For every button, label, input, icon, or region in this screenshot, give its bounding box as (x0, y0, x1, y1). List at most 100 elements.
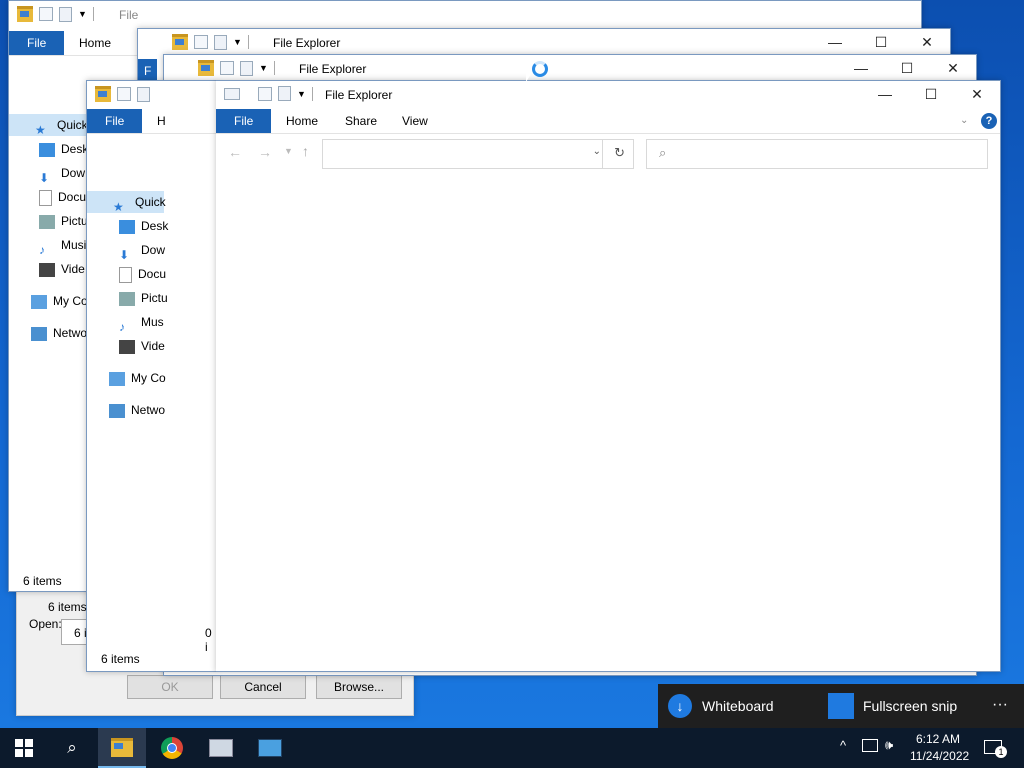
close-button[interactable]: ✕ (930, 55, 976, 82)
maximize-button[interactable]: ☐ (908, 81, 954, 108)
new-folder-icon[interactable] (59, 6, 72, 22)
fullscreen-snip-icon (828, 693, 854, 719)
recent-chevron-icon[interactable]: ▼ (284, 146, 293, 156)
chevron-down-icon[interactable]: ▼ (259, 63, 268, 73)
chevron-down-icon[interactable]: ▼ (78, 9, 87, 19)
music-icon: ♪ (39, 242, 45, 257)
tab-home[interactable]: Home (79, 31, 111, 55)
search-input[interactable]: ⌕ (646, 139, 988, 169)
folder-icon (198, 60, 214, 76)
help-icon[interactable]: ? (981, 113, 997, 129)
title-bar[interactable]: ▼ File Explorer — ☐ ✕ (138, 29, 950, 56)
start-button[interactable] (0, 728, 48, 768)
folder-icon (111, 737, 133, 757)
video-icon (39, 262, 55, 277)
refresh-icon[interactable]: ↻ (614, 145, 625, 161)
download-icon[interactable]: ↓ (668, 694, 692, 718)
explorer-window-front: ▼ File Explorer — ☐ ✕ File Home Share View… (216, 80, 1001, 672)
document-icon (119, 266, 132, 283)
run-taskbar-button[interactable] (246, 728, 294, 768)
network-icon (31, 326, 47, 341)
chrome-taskbar-button[interactable] (148, 728, 196, 768)
nav-downloads[interactable]: ⬇ Dow (119, 239, 165, 262)
music-icon: ♪ (119, 319, 125, 334)
nav-pictures[interactable]: Pictu (39, 210, 88, 232)
tab-file[interactable]: File (9, 31, 65, 55)
cancel-button[interactable]: Cancel (220, 675, 306, 699)
navigation-row: ← → ▼ ↑ ⌄ ↻ ⌕ (216, 137, 1000, 169)
title-bar[interactable] (87, 81, 217, 108)
volume-icon[interactable]: 🕪 (885, 737, 893, 753)
ribbon-expand-icon[interactable]: ⌄ (960, 109, 968, 133)
title-bar[interactable]: ▼ File Explorer — ☐ ✕ (164, 55, 976, 82)
chevron-down-icon[interactable]: ▼ (297, 89, 306, 99)
properties-icon[interactable] (220, 61, 234, 75)
chevron-down-icon[interactable]: ▼ (233, 37, 242, 47)
network-icon[interactable] (862, 739, 878, 752)
minimize-button[interactable]: — (812, 29, 858, 56)
tab-file[interactable]: File (216, 109, 272, 133)
address-bar[interactable]: ⌄ ↻ (322, 139, 634, 169)
title-bar[interactable]: ▼ File (9, 1, 921, 28)
whiteboard-button[interactable]: Whiteboard (702, 698, 774, 714)
browse-button[interactable]: Browse... (316, 675, 402, 699)
nav-desktop[interactable]: Desk (39, 138, 88, 160)
download-icon: ⬇ (119, 247, 130, 262)
nav-network[interactable]: Netwo (31, 322, 87, 344)
back-icon[interactable]: ← (228, 144, 242, 160)
nav-computer[interactable]: My Co (109, 367, 166, 389)
show-hidden-icons-icon[interactable]: ^ (840, 738, 846, 753)
file-explorer-taskbar-button[interactable] (98, 728, 146, 768)
properties-icon[interactable] (258, 86, 272, 101)
nav-quick-access[interactable]: ★ Quick (9, 114, 89, 137)
new-folder-icon[interactable] (278, 86, 291, 101)
search-button[interactable]: ⌕ (48, 728, 96, 768)
address-dropdown-icon[interactable]: ⌄ (593, 146, 601, 157)
nav-downloads[interactable]: ⬇ Dow (39, 162, 85, 185)
ok-button[interactable]: OK (127, 675, 213, 699)
new-folder-icon[interactable] (137, 86, 150, 102)
computer-icon (31, 294, 47, 309)
nav-documents[interactable]: Docu (39, 186, 86, 208)
close-button[interactable]: ✕ (904, 29, 950, 56)
nav-pictures[interactable]: Pictu (119, 287, 168, 309)
nav-music[interactable]: ♪ Musi (39, 234, 86, 257)
fullscreen-snip-button[interactable]: Fullscreen snip (863, 698, 957, 714)
status-bar: 6 items (23, 574, 62, 588)
clock-time[interactable]: 6:12 AM (916, 732, 960, 746)
properties-icon[interactable] (194, 35, 208, 49)
tab-file[interactable]: File (87, 109, 143, 133)
nav-desktop[interactable]: Desk (119, 215, 168, 237)
windows-logo-icon (15, 739, 33, 757)
nav-documents[interactable]: Docu (119, 263, 166, 285)
desktop-icon (39, 142, 55, 157)
tab-share[interactable]: Share (345, 109, 377, 133)
new-folder-icon[interactable] (214, 34, 227, 50)
pictures-icon (119, 291, 135, 306)
clock-date[interactable]: 11/24/2022 (910, 749, 969, 763)
properties-icon[interactable] (39, 7, 53, 21)
tab-home[interactable]: H (157, 109, 166, 133)
nav-quick-access[interactable]: ★ Quick (87, 191, 166, 214)
tab-home[interactable]: Home (286, 109, 318, 133)
maximize-button[interactable]: ☐ (858, 29, 904, 56)
window-title: File Explorer (325, 88, 393, 102)
nav-videos[interactable]: Vide (119, 335, 165, 357)
close-button[interactable]: ✕ (954, 81, 1000, 108)
minimize-button[interactable]: — (862, 81, 908, 108)
minimize-button[interactable]: — (838, 55, 884, 82)
explorer-window-4: File H ★ Quick Desk ⬇ Dow Docu Pictu ♪ Mus … (86, 80, 217, 672)
up-icon[interactable]: ↑ (302, 143, 309, 159)
maximize-button[interactable]: ☐ (884, 55, 930, 82)
nav-network[interactable]: Netwo (109, 399, 165, 421)
app-taskbar-button[interactable] (197, 728, 245, 768)
properties-icon[interactable] (117, 87, 131, 101)
forward-icon[interactable]: → (258, 144, 272, 160)
more-button[interactable]: ··· (992, 696, 1008, 714)
nav-computer[interactable]: My Co (31, 290, 88, 312)
nav-videos[interactable]: Vide (39, 258, 85, 280)
nav-music[interactable]: ♪ Mus (119, 311, 164, 334)
new-folder-icon[interactable] (240, 60, 253, 76)
tab-view[interactable]: View (402, 109, 428, 133)
title-bar[interactable]: ▼ File Explorer — ☐ ✕ (216, 81, 1000, 108)
